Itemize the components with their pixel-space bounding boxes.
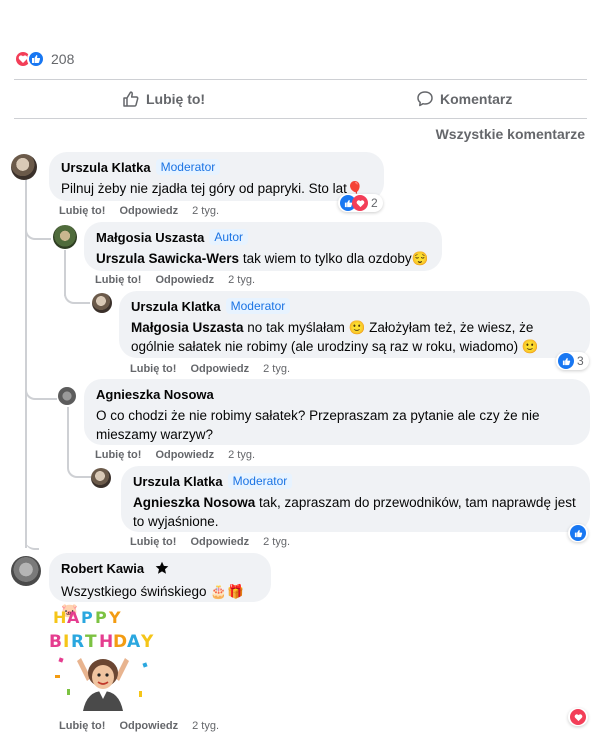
reaction-count: 3	[577, 354, 584, 368]
avatar[interactable]	[92, 293, 112, 313]
timestamp[interactable]: 2 tyg.	[263, 536, 290, 548]
thread-connector	[64, 290, 90, 304]
comment-icon	[417, 91, 433, 107]
role-badge: Moderator	[155, 159, 221, 175]
like-icon	[27, 50, 45, 68]
comment-actions: Lubię to! Odpowiedz 2 tyg.	[95, 274, 255, 286]
avatar[interactable]	[91, 468, 111, 488]
like-link[interactable]: Lubię to!	[59, 720, 105, 732]
svg-text:H: H	[99, 632, 113, 652]
like-link[interactable]: Lubię to!	[59, 205, 105, 217]
svg-text:P: P	[81, 608, 93, 627]
comment-reactions[interactable]: 2	[338, 194, 383, 212]
comment-author[interactable]: Agnieszka Nosowa	[96, 387, 214, 402]
svg-text:P: P	[95, 608, 107, 627]
avatar[interactable]	[11, 154, 37, 180]
comment-bubble: Urszula Klatka Moderator Pilnuj żeby nie …	[49, 152, 384, 201]
reply-link[interactable]: Odpowiedz	[155, 449, 214, 461]
divider	[14, 79, 587, 80]
comment-bubble: Agnieszka Nosowa O co chodzi że nie robi…	[84, 379, 590, 445]
like-icon	[558, 353, 574, 369]
thread-connector	[67, 464, 91, 478]
timestamp[interactable]: 2 tyg.	[192, 205, 219, 217]
comment-text: Pilnuj żeby nie zjadła tej góry od papry…	[61, 181, 364, 196]
reply-link[interactable]: Odpowiedz	[119, 205, 178, 217]
thread-line	[67, 407, 69, 467]
svg-text:B: B	[49, 632, 62, 652]
reply-link[interactable]: Odpowiedz	[119, 720, 178, 732]
timestamp[interactable]: 2 tyg.	[228, 449, 255, 461]
svg-text:H: H	[53, 608, 66, 627]
timestamp[interactable]: 2 tyg.	[228, 274, 255, 286]
comment-bubble: Urszula Klatka Moderator Małgosia Uszasta…	[119, 291, 590, 358]
comment-actions: Lubię to! Odpowiedz 2 tyg.	[95, 449, 255, 461]
comment-body: tak wiem to tylko dla ozdoby😌	[239, 251, 429, 266]
comment-actions: Lubię to! Odpowiedz 2 tyg.	[59, 205, 219, 217]
svg-text:Y: Y	[140, 632, 154, 652]
star-badge-icon	[155, 561, 169, 580]
all-comments-filter[interactable]: Wszystkie komentarze	[436, 126, 585, 142]
comment-bubble: Robert Kawia Wszystkiego świńskiego 🎂🎁🐷	[49, 553, 271, 618]
reaction-count: 2	[371, 196, 378, 210]
birthday-sticker[interactable]: H A P P Y B I R T H D A Y	[47, 603, 159, 711]
comment-author[interactable]: Urszula Klatka	[133, 474, 223, 489]
like-link[interactable]: Lubię to!	[95, 274, 141, 286]
comment-text: O co chodzi że nie robimy sałatek? Przep…	[96, 408, 540, 442]
avatar[interactable]	[53, 225, 77, 249]
comment-actions: Lubię to! Odpowiedz 2 tyg.	[130, 536, 290, 548]
avatar[interactable]	[11, 556, 41, 586]
thread-connector	[25, 386, 57, 400]
comment-reactions[interactable]: 3	[556, 352, 589, 370]
like-link[interactable]: Lubię to!	[95, 449, 141, 461]
comment-reactions[interactable]	[568, 708, 588, 726]
comment-text: Urszula Sawicka-Wers tak wiem to tylko d…	[96, 249, 430, 268]
svg-text:Y: Y	[108, 608, 121, 627]
divider	[14, 118, 587, 119]
mention[interactable]: Urszula Sawicka-Wers	[96, 251, 239, 266]
comment-author[interactable]: Urszula Klatka	[131, 299, 221, 314]
role-badge: Autor	[209, 229, 249, 245]
comment-text: Małgosia Uszasta no tak myślałam 🙂 Założ…	[131, 318, 578, 356]
comment-text: Agnieszka Nosowa tak, zapraszam do przew…	[133, 493, 578, 531]
like-icon	[570, 525, 586, 541]
reply-link[interactable]: Odpowiedz	[190, 536, 249, 548]
role-badge: Moderator	[225, 298, 291, 314]
like-button[interactable]: Lubię to!	[122, 86, 205, 112]
comment-reactions[interactable]	[568, 524, 588, 542]
timestamp[interactable]: 2 tyg.	[192, 720, 219, 732]
comment-actions: Lubię to! Odpowiedz 2 tyg.	[130, 363, 290, 375]
comment-actions: Lubię to! Odpowiedz 2 tyg.	[59, 720, 219, 732]
role-badge: Moderator	[227, 473, 293, 489]
timestamp[interactable]: 2 tyg.	[263, 363, 290, 375]
svg-text:A: A	[67, 608, 80, 627]
svg-text:A: A	[127, 632, 141, 652]
reply-link[interactable]: Odpowiedz	[155, 274, 214, 286]
svg-text:R: R	[71, 632, 84, 652]
mention[interactable]: Małgosia Uszasta	[131, 320, 244, 335]
svg-text:I: I	[63, 632, 69, 652]
post-reactions[interactable]: 208	[14, 50, 74, 68]
heart-icon	[570, 709, 586, 725]
reply-link[interactable]: Odpowiedz	[190, 363, 249, 375]
comment-button[interactable]: Komentarz	[416, 86, 512, 112]
heart-icon	[352, 195, 368, 211]
avatar[interactable]	[58, 387, 76, 405]
comment-bubble: Małgosia Uszasta Autor Urszula Sawicka-We…	[84, 222, 442, 271]
comment-author[interactable]: Robert Kawia	[61, 561, 144, 576]
comment-bubble: Urszula Klatka Moderator Agnieszka Nosowa…	[121, 466, 590, 532]
like-link[interactable]: Lubię to!	[130, 363, 176, 375]
comment-author[interactable]: Urszula Klatka	[61, 160, 151, 175]
like-button-label: Lubię to!	[146, 91, 206, 107]
like-link[interactable]: Lubię to!	[130, 536, 176, 548]
reaction-count: 208	[51, 51, 75, 67]
svg-text:T: T	[85, 632, 97, 652]
comment-button-label: Komentarz	[440, 91, 513, 107]
mention[interactable]: Agnieszka Nosowa	[133, 495, 255, 510]
svg-text:D: D	[113, 632, 127, 652]
thumbs-up-outline-icon	[123, 91, 139, 107]
comment-author[interactable]: Małgosia Uszasta	[96, 230, 204, 245]
thread-connector	[25, 538, 39, 550]
thread-connector	[25, 226, 51, 240]
